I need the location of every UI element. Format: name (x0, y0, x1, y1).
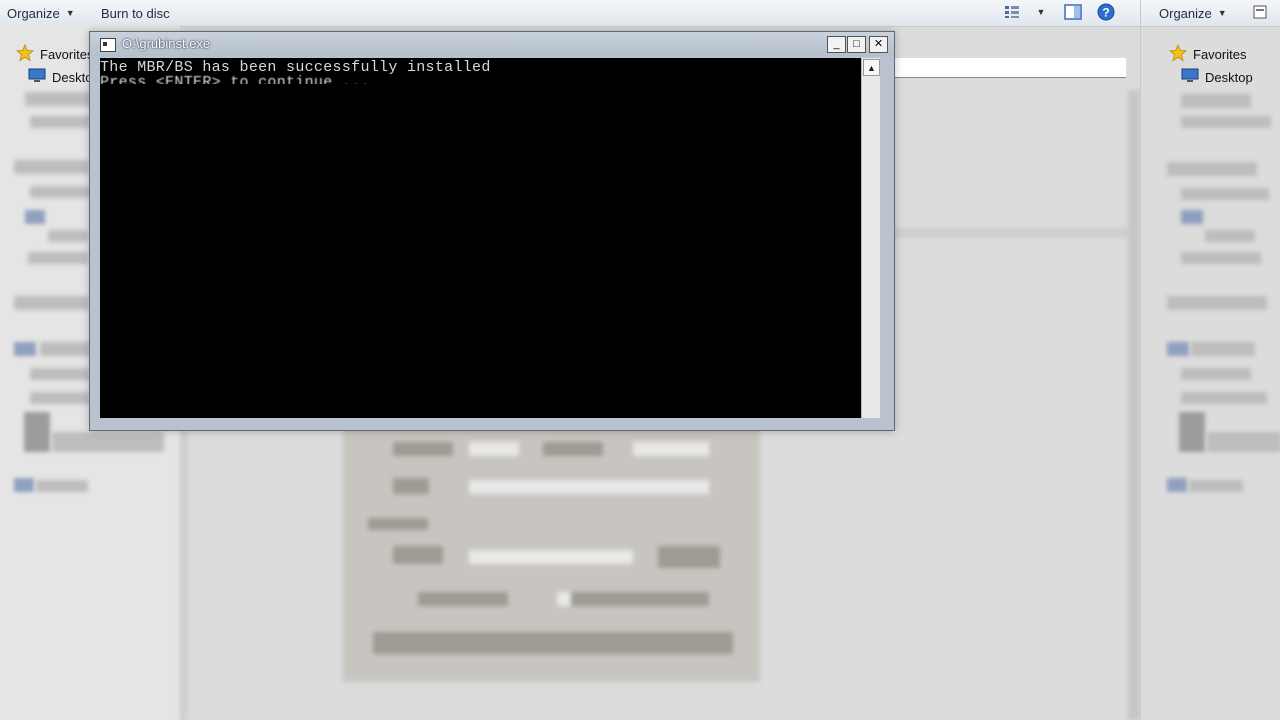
burn-to-disc-button[interactable]: Burn to disc (101, 4, 170, 22)
blurred-nav-item (25, 92, 95, 106)
console-window[interactable]: O:\grubinst.exe _ □ ✕ The MBR/BS has bee… (89, 31, 895, 431)
blurred-nav-item (14, 160, 89, 174)
star-icon (1168, 43, 1188, 65)
star-icon (15, 43, 35, 65)
explorer-toolbar: Organize ▼ (1141, 0, 1280, 27)
organize-button[interactable]: Organize ▼ (7, 4, 75, 22)
blurred-nav-item (1191, 342, 1255, 356)
nav-item-favorites-label: Favorites (40, 47, 94, 62)
blurred-nav-item (1181, 116, 1271, 128)
blurred-nav-item (1181, 94, 1251, 108)
blurred-nav-icon (1167, 342, 1189, 356)
help-icon[interactable]: ? (1097, 3, 1115, 21)
blurred-nav-item (1167, 162, 1257, 176)
organize-button[interactable]: Organize ▼ (1159, 4, 1227, 22)
blurred-nav-icon (14, 478, 34, 492)
minimize-button[interactable]: _ (827, 36, 846, 53)
chevron-down-icon: ▼ (65, 8, 75, 18)
console-app-icon (100, 38, 116, 52)
background-dialog (343, 420, 760, 682)
search-box[interactable] (893, 58, 1126, 78)
blurred-nav-item (30, 368, 90, 380)
console-output[interactable]: The MBR/BS has been successfully install… (100, 58, 861, 418)
minimize-icon: _ (833, 38, 840, 50)
blurred-nav-icon (1179, 412, 1205, 452)
close-icon: ✕ (873, 38, 884, 50)
svg-text:?: ? (1102, 6, 1109, 20)
views-dropdown-icon[interactable]: ▼ (1032, 3, 1050, 21)
console-line-1: The MBR/BS has been successfully install… (100, 59, 491, 76)
blurred-nav-item (1189, 480, 1243, 492)
blurred-nav-item (30, 116, 90, 128)
preview-pane-icon[interactable] (1064, 3, 1082, 21)
console-title: O:\grubinst.exe (122, 36, 211, 51)
window-border (1128, 90, 1140, 720)
pane-divider (890, 228, 1130, 238)
maximize-button[interactable]: □ (847, 36, 866, 53)
close-button[interactable]: ✕ (869, 36, 888, 53)
blurred-nav-item (1181, 392, 1267, 404)
blurred-nav-icon (14, 342, 36, 356)
blurred-nav-item (40, 342, 90, 356)
nav-item-favorites[interactable]: Favorites (1168, 43, 1247, 65)
nav-item-desktop-label: Desktop (1205, 69, 1253, 85)
organize-label: Organize (7, 5, 60, 21)
maximize-icon: □ (853, 38, 860, 50)
organize-label: Organize (1159, 5, 1212, 21)
right-explorer-window: Organize ▼ Favorites Desktop (1140, 0, 1280, 720)
chevron-down-icon: ▼ (1217, 8, 1227, 18)
blurred-nav-item (14, 296, 89, 310)
blurred-nav-item (1181, 188, 1269, 200)
blurred-nav-item (30, 392, 90, 404)
vertical-scrollbar[interactable]: ▲ (861, 58, 880, 418)
blurred-nav-item (1207, 432, 1280, 452)
pane-divider (180, 430, 188, 720)
blurred-nav-item (1181, 252, 1261, 264)
blurred-nav-icon (1167, 478, 1187, 492)
blurred-nav-item (28, 252, 88, 264)
blurred-nav-icon (24, 412, 50, 452)
blurred-nav-item (52, 432, 164, 452)
scroll-up-arrow-icon[interactable]: ▲ (863, 59, 880, 76)
burn-to-disc-label: Burn to disc (101, 5, 170, 21)
nav-item-favorites-label: Favorites (1193, 47, 1247, 62)
blurred-nav-item (1205, 230, 1255, 242)
blurred-nav-item (1181, 368, 1251, 380)
blurred-nav-item (36, 480, 88, 492)
monitor-icon (1181, 68, 1199, 86)
nav-item-desktop[interactable]: Desktop (1181, 68, 1253, 86)
explorer-toolbar: Organize ▼ Burn to disc ▼ ? (0, 0, 1140, 27)
blurred-nav-item (48, 230, 88, 242)
views-icon[interactable] (1003, 3, 1021, 21)
console-line-2: Press <ENTER> to continue ... (100, 74, 370, 91)
nav-item-favorites[interactable]: Favorites (15, 43, 94, 65)
blurred-nav-item (30, 186, 90, 198)
blurred-nav-icon (25, 210, 45, 224)
blurred-nav-item (1167, 296, 1267, 310)
console-titlebar[interactable]: O:\grubinst.exe _ □ ✕ (90, 32, 894, 56)
blurred-nav-icon (1181, 210, 1203, 224)
monitor-icon (28, 68, 46, 86)
properties-icon[interactable] (1251, 3, 1269, 21)
